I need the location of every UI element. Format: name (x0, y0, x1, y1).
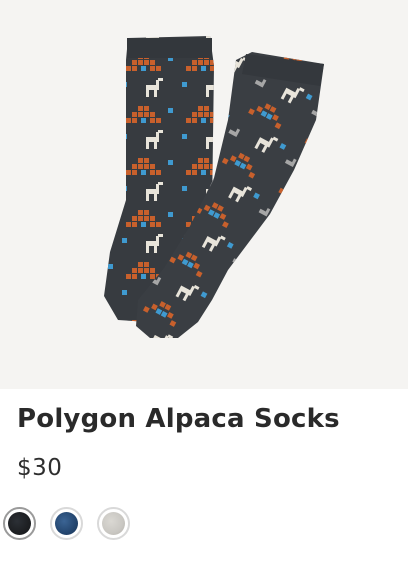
swatch-light-grey[interactable] (97, 507, 130, 540)
swatch-charcoal-black[interactable] (3, 507, 36, 540)
swatch-navy-blue-color (55, 512, 78, 535)
product-title[interactable]: Polygon Alpaca Socks (17, 404, 340, 434)
color-swatch-list (3, 507, 130, 540)
swatch-charcoal-black-color (8, 512, 31, 535)
swatch-light-grey-color (102, 512, 125, 535)
alpaca-socks-image (104, 36, 324, 338)
product-card[interactable]: Polygon Alpaca Socks $30 (0, 0, 408, 565)
product-price: $30 (17, 455, 63, 481)
swatch-navy-blue[interactable] (50, 507, 83, 540)
product-image[interactable] (0, 0, 408, 389)
